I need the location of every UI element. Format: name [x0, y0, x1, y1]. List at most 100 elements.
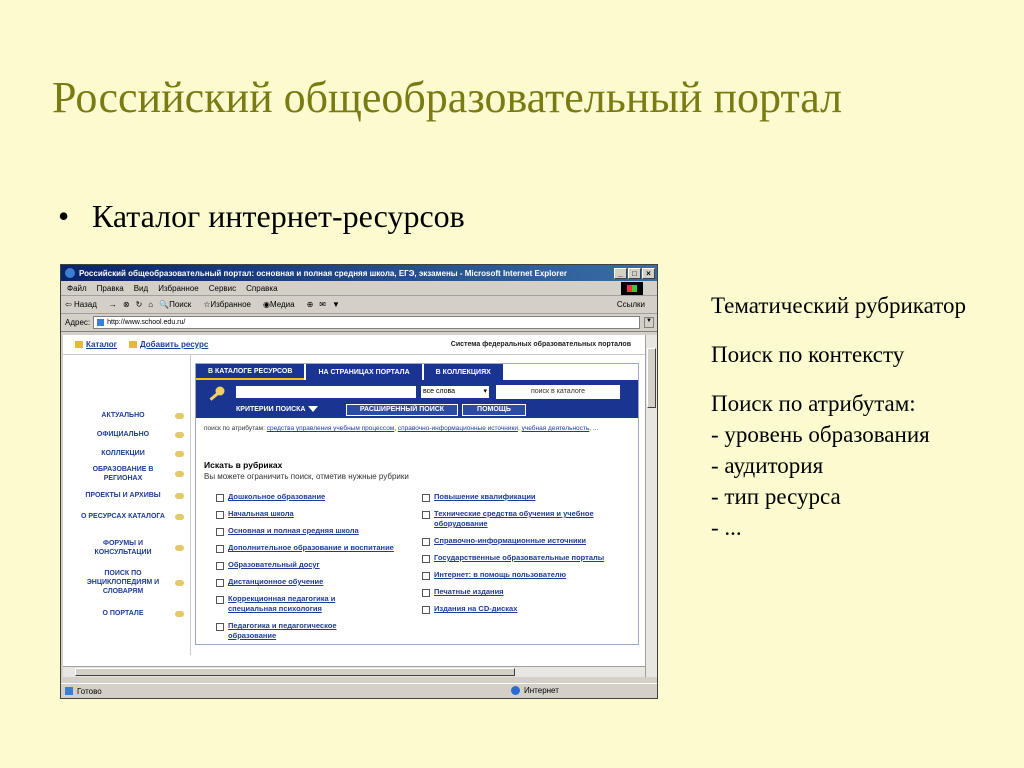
rubric-checkbox[interactable]: Печатные издания	[422, 587, 632, 597]
bullet-text: Каталог интернет-ресурсов	[92, 198, 465, 234]
rubric-checkbox[interactable]: Технические средства обучения и учебное …	[422, 509, 612, 529]
menu-help[interactable]: Справка	[246, 284, 277, 293]
mail-button[interactable]: ✉	[319, 300, 326, 309]
search-button[interactable]: 🔍Поиск	[159, 300, 197, 309]
rubric-checkbox[interactable]: Дошкольное образование	[216, 492, 416, 502]
attr-link[interactable]: учебная деятельность	[522, 425, 590, 432]
menu-view[interactable]: Вид	[134, 284, 148, 293]
favorites-button[interactable]: ☆Избранное	[203, 300, 257, 309]
menu-item-forums[interactable]: ФОРУМЫ И КОНСУЛЬТАЦИИ	[66, 539, 184, 557]
rubric-checkbox[interactable]: Повышение квалификации	[422, 492, 632, 502]
address-dropdown[interactable]: ▼	[644, 317, 654, 328]
catalog-link[interactable]: Каталог	[75, 340, 117, 349]
menu-item-label: ОФИЦИАЛЬНО	[96, 431, 150, 438]
menu-item-about-resources[interactable]: О РЕСУРСАХ КАТАЛОГА	[66, 512, 184, 521]
criteria-label: КРИТЕРИИ ПОИСКА	[236, 406, 306, 413]
rubric-checkbox[interactable]: Основная и полная средняя школа	[216, 526, 416, 536]
vertical-scrollbar[interactable]	[645, 335, 657, 677]
menu-item-regions[interactable]: ОБРАЗОВАНИЕ В РЕГИОНАХ	[66, 465, 184, 483]
print-menu-button[interactable]: ▼	[332, 300, 340, 309]
search-catalog-button[interactable]: поиск в каталоге	[496, 385, 620, 399]
portal-system-link[interactable]: Система федеральных образовательных порт…	[451, 341, 631, 348]
menu-item-about-portal[interactable]: О ПОРТАЛЕ	[66, 609, 184, 618]
refresh-button[interactable]: ↻	[136, 300, 143, 309]
criteria-toggle[interactable]: КРИТЕРИИ ПОИСКА	[236, 406, 319, 413]
tab-collections[interactable]: В КОЛЛЕКЦИЯХ	[423, 364, 503, 380]
tab-portal-pages[interactable]: НА СТРАНИЦАХ ПОРТАЛА	[306, 364, 422, 380]
menu-item-label: О ПОРТАЛЕ	[102, 610, 144, 617]
left-menu: АКТУАЛЬНО ОФИЦИАЛЬНО КОЛЛЕКЦИИ ОБРАЗОВАН…	[63, 355, 191, 655]
rubric-checkbox[interactable]: Интернет: в помощь пользователю	[422, 570, 632, 580]
forward-button[interactable]: →	[109, 300, 117, 309]
search-label: Поиск	[169, 300, 192, 309]
triangle-down-icon	[308, 406, 319, 413]
menu-item-label: ФОРУМЫ И КОНСУЛЬТАЦИИ	[94, 540, 152, 556]
maximize-button[interactable]: □	[628, 267, 641, 279]
rubric-hint: Вы можете ограничить поиск, отметив нужн…	[204, 472, 409, 481]
home-button[interactable]: ⌂	[148, 300, 153, 309]
address-input[interactable]: http://www.school.edu.ru/	[93, 316, 640, 329]
attribute-item: - аудитория	[711, 453, 824, 478]
menu-item-collections[interactable]: КОЛЛЕКЦИИ	[66, 449, 184, 458]
menu-item-official[interactable]: ОФИЦИАЛЬНО	[66, 430, 184, 439]
attr-link[interactable]: справочно-информационные источники	[398, 425, 518, 432]
search-tabs: В КАТАЛОГЕ РЕСУРСОВ НА СТРАНИЦАХ ПОРТАЛА…	[196, 364, 505, 380]
attr-prefix: поиск по атрибутам:	[204, 425, 265, 432]
close-button[interactable]: ×	[642, 267, 655, 279]
arrow-icon	[175, 431, 184, 438]
media-label: Медиа	[269, 300, 295, 309]
menu-file[interactable]: Файл	[67, 284, 87, 293]
stop-button[interactable]: ⊗	[123, 300, 130, 309]
help-button[interactable]: ПОМОЩЬ	[462, 404, 526, 416]
rubric-checkbox[interactable]: Образовательный досуг	[216, 560, 416, 570]
history-button[interactable]: ⊕	[307, 300, 314, 309]
rubric-checkbox[interactable]: Педагогика и педагогическое образование	[216, 621, 386, 641]
menu-item-label: ОБРАЗОВАНИЕ В РЕГИОНАХ	[92, 466, 154, 482]
folder-icon	[75, 341, 83, 348]
add-resource-label: Добавить ресурс	[140, 340, 209, 349]
menu-edit[interactable]: Правка	[97, 284, 124, 293]
browser-window: Российский общеобразовательный портал: о…	[60, 264, 658, 699]
rubric-checkbox[interactable]: Начальная школа	[216, 509, 416, 519]
rubric-checkbox[interactable]: Государственные образовательные порталы	[422, 553, 612, 563]
attr-link[interactable]: средства управления учебным процессом	[267, 425, 395, 432]
arrow-icon	[175, 545, 184, 551]
attribute-search-line: поиск по атрибутам: средства управления …	[204, 425, 599, 432]
search-key-icon	[209, 386, 225, 401]
rubric-checkbox[interactable]: Издания на CD-дисках	[422, 604, 632, 614]
back-button[interactable]: ⇦ Назад	[65, 300, 103, 309]
address-value: http://www.school.edu.ru/	[107, 319, 186, 326]
advanced-search-button[interactable]: РАСШИРЕННЫЙ ПОИСК	[346, 404, 458, 416]
vertical-scroll-thumb[interactable]	[647, 348, 656, 408]
rubric-checkbox[interactable]: Коррекционная педагогика и специальная п…	[216, 594, 386, 614]
attribute-item: - тип ресурса	[711, 484, 841, 509]
menu-item-projects[interactable]: ПРОЕКТЫ И АРХИВЫ	[66, 491, 184, 500]
folder-icon	[129, 341, 137, 348]
attribute-item: - уровень образования	[711, 422, 930, 447]
arrow-icon	[175, 471, 184, 477]
minimize-button[interactable]: _	[614, 267, 627, 279]
menu-item-actual[interactable]: АКТУАЛЬНО	[66, 411, 184, 420]
rubric-checkbox[interactable]: Дополнительное образование и воспитание	[216, 543, 396, 553]
links-button[interactable]: Ссылки	[617, 300, 645, 309]
tab-catalog[interactable]: В КАТАЛОГЕ РЕСУРСОВ	[196, 364, 305, 380]
attr-suffix: ...	[592, 425, 599, 432]
menu-item-label: АКТУАЛЬНО	[101, 412, 145, 419]
rubric-checkbox[interactable]: Дистанционное обучение	[216, 577, 416, 587]
arrow-icon	[175, 492, 184, 499]
words-select[interactable]: все слова	[421, 386, 489, 398]
address-bar: Адрес: http://www.school.edu.ru/ ▼	[61, 314, 657, 332]
add-resource-link[interactable]: Добавить ресурс	[129, 340, 208, 349]
menu-favorites[interactable]: Избранное	[158, 284, 199, 293]
page-done-icon	[65, 687, 73, 695]
horizontal-scroll-thumb[interactable]	[75, 668, 515, 676]
window-titlebar[interactable]: Российский общеобразовательный портал: о…	[61, 265, 657, 281]
rubric-checkbox[interactable]: Справочно-информационные источники	[422, 536, 632, 546]
menu-item-encyclopedia[interactable]: ПОИСК ПО ЭНЦИКЛОПЕДИЯМ И СЛОВАРЯМ	[66, 569, 184, 596]
horizontal-scrollbar[interactable]	[63, 666, 645, 677]
arrow-icon	[175, 450, 184, 457]
bullet-item: • Каталог интернет-ресурсов	[58, 198, 465, 235]
media-button[interactable]: ◉Медиа	[263, 300, 301, 309]
menu-tools[interactable]: Сервис	[209, 284, 236, 293]
search-input[interactable]	[236, 386, 416, 398]
